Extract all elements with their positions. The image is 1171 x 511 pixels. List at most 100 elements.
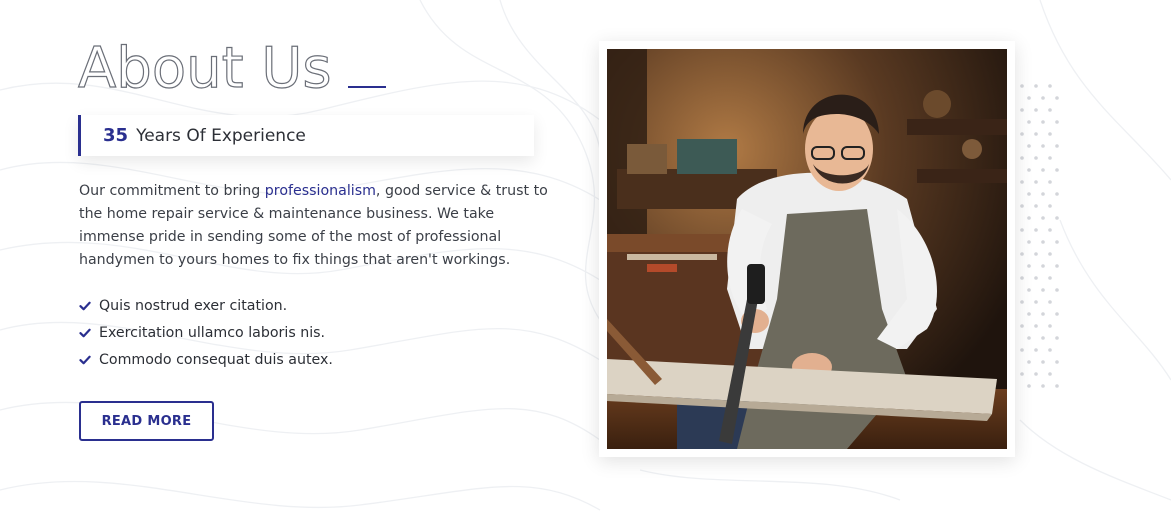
decorative-dot	[1048, 276, 1052, 280]
check-icon	[79, 301, 91, 310]
decorative-dot	[1027, 240, 1031, 244]
decorative-dot	[1020, 180, 1024, 184]
decorative-dot	[1034, 372, 1038, 376]
decorative-dot	[1034, 204, 1038, 208]
decorative-dot	[1055, 240, 1059, 244]
decorative-dot	[1034, 84, 1038, 88]
decorative-dot	[1020, 300, 1024, 304]
title-row: About Us	[77, 35, 386, 102]
decorative-dot	[1048, 84, 1052, 88]
decorative-dot	[1041, 360, 1045, 364]
decorative-dot	[1041, 288, 1045, 292]
experience-number: 35	[103, 125, 129, 146]
decorative-dot	[1020, 228, 1024, 232]
decorative-dot	[1027, 384, 1031, 388]
decorative-dot	[1048, 180, 1052, 184]
decorative-dot	[1027, 168, 1031, 172]
decorative-dot	[1041, 336, 1045, 340]
decorative-dot	[1048, 300, 1052, 304]
decorative-dot	[1055, 336, 1059, 340]
decorative-dot	[1027, 360, 1031, 364]
title-underline	[347, 86, 386, 88]
decorative-dot	[1041, 192, 1045, 196]
decorative-dot	[1055, 360, 1059, 364]
decorative-dot	[1027, 264, 1031, 268]
carpenter-photo	[607, 49, 1007, 449]
experience-box: 35 Years Of Experience	[78, 115, 534, 156]
decorative-dot	[1020, 132, 1024, 136]
decorative-dot	[1055, 216, 1059, 220]
decorative-dot	[1041, 264, 1045, 268]
decorative-dot	[1055, 312, 1059, 316]
decorative-dot	[1055, 168, 1059, 172]
list-item-text: Commodo consequat duis autex.	[99, 351, 333, 368]
feature-checklist: Quis nostrud exer citation. Exercitation…	[79, 292, 333, 373]
decorative-dot	[1048, 228, 1052, 232]
about-paragraph: Our commitment to bring professionalism,…	[79, 180, 549, 272]
decorative-dot	[1034, 252, 1038, 256]
decorative-dot	[1041, 96, 1045, 100]
decorative-dot	[1055, 264, 1059, 268]
decorative-dot	[1041, 144, 1045, 148]
decorative-dot	[1048, 204, 1052, 208]
decorative-dot	[1041, 216, 1045, 220]
decorative-dot	[1048, 108, 1052, 112]
decorative-dot	[1048, 132, 1052, 136]
decorative-dot	[1034, 108, 1038, 112]
decorative-dot	[1020, 372, 1024, 376]
decorative-dot	[1027, 120, 1031, 124]
decorative-dot	[1027, 96, 1031, 100]
decorative-dot	[1020, 276, 1024, 280]
decorative-dot	[1027, 216, 1031, 220]
experience-text: Years Of Experience	[136, 125, 306, 146]
list-item-text: Quis nostrud exer citation.	[99, 297, 288, 314]
photo-frame	[599, 41, 1015, 457]
read-more-button[interactable]: READ MORE	[79, 401, 214, 441]
check-icon	[79, 355, 91, 364]
decorative-dot	[1020, 108, 1024, 112]
decorative-dot	[1020, 156, 1024, 160]
list-item: Quis nostrud exer citation.	[79, 292, 333, 319]
decorative-dot	[1027, 144, 1031, 148]
decorative-dot	[1048, 324, 1052, 328]
decorative-dot	[1055, 192, 1059, 196]
decorative-dot	[1034, 300, 1038, 304]
decorative-dot	[1027, 288, 1031, 292]
decorative-dot	[1055, 120, 1059, 124]
decorative-dot	[1027, 312, 1031, 316]
decorative-dot	[1034, 180, 1038, 184]
decorative-dot	[1055, 96, 1059, 100]
decorative-dot	[1020, 204, 1024, 208]
decorative-dot	[1041, 312, 1045, 316]
decorative-dot	[1034, 276, 1038, 280]
decorative-dot	[1034, 156, 1038, 160]
decorative-dot	[1034, 228, 1038, 232]
list-item-text: Exercitation ullamco laboris nis.	[99, 324, 326, 341]
decorative-dot	[1055, 144, 1059, 148]
decorative-dot	[1041, 240, 1045, 244]
dot-pattern-decoration	[1020, 84, 1059, 388]
decorative-dot	[1055, 288, 1059, 292]
decorative-dot	[1027, 336, 1031, 340]
decorative-dot	[1048, 348, 1052, 352]
paragraph-text-start: Our commitment to bring	[79, 183, 265, 199]
decorative-dot	[1048, 156, 1052, 160]
decorative-dot	[1020, 348, 1024, 352]
decorative-dot	[1048, 252, 1052, 256]
decorative-dot	[1041, 168, 1045, 172]
list-item: Commodo consequat duis autex.	[79, 346, 333, 373]
list-item: Exercitation ullamco laboris nis.	[79, 319, 333, 346]
decorative-dot	[1055, 384, 1059, 388]
decorative-dot	[1034, 348, 1038, 352]
page-title: About Us	[77, 35, 332, 101]
decorative-dot	[1041, 384, 1045, 388]
decorative-dot	[1020, 252, 1024, 256]
decorative-dot	[1048, 372, 1052, 376]
decorative-dot	[1020, 324, 1024, 328]
decorative-dot	[1027, 192, 1031, 196]
paragraph-highlight: professionalism	[264, 183, 376, 199]
decorative-dot	[1034, 132, 1038, 136]
decorative-dot	[1020, 84, 1024, 88]
check-icon	[79, 328, 91, 337]
decorative-dot	[1034, 324, 1038, 328]
